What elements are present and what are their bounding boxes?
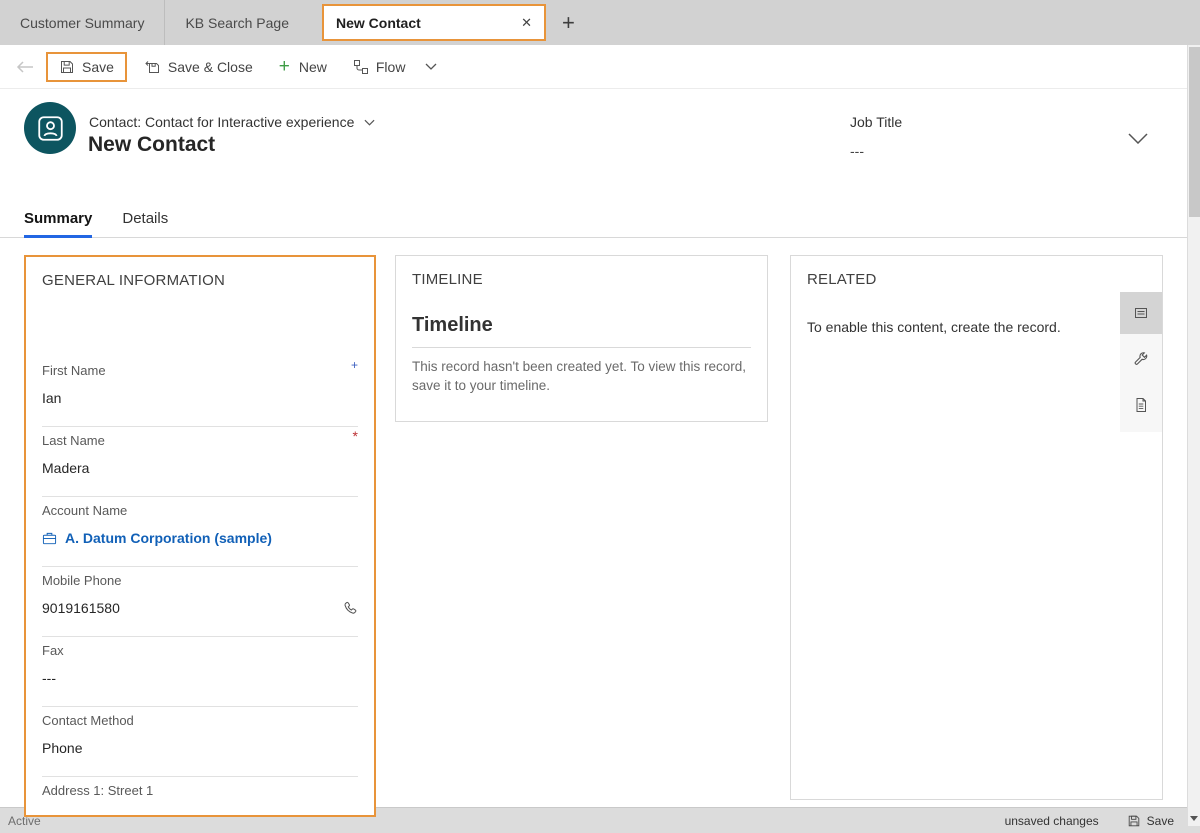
app-window: Customer Summary KB Search Page New Cont…	[0, 0, 1200, 833]
account-lookup-label: A. Datum Corporation (sample)	[65, 530, 272, 546]
account-icon	[42, 531, 57, 546]
recommended-marker: +	[350, 358, 358, 372]
tab-kb-search-page[interactable]: KB Search Page	[165, 0, 309, 45]
timeline-divider	[412, 347, 751, 348]
contact-icon	[37, 115, 64, 142]
contact-avatar	[24, 102, 76, 154]
section-general-information: GENERAL INFORMATION First Name + Ian Las…	[24, 255, 376, 817]
wrench-icon	[1133, 351, 1149, 367]
related-message: To enable this content, create the recor…	[807, 319, 1061, 335]
chevron-down-icon	[1128, 133, 1148, 144]
field-mobile-phone[interactable]: Mobile Phone 9019161580	[42, 567, 358, 637]
timeline-message: This record hasn't been created yet. To …	[412, 359, 746, 393]
scrollbar-thumb[interactable]	[1189, 47, 1200, 217]
field-label: First Name	[42, 363, 106, 378]
field-value[interactable]: Madera	[42, 460, 358, 476]
chevron-down-icon	[425, 63, 437, 70]
unsaved-changes-text: unsaved changes	[1004, 813, 1099, 828]
app-tab-bar: Customer Summary KB Search Page New Cont…	[0, 0, 1200, 45]
related-tab-form[interactable]	[1120, 384, 1162, 426]
save-button[interactable]: Save	[59, 59, 114, 75]
document-icon	[1133, 397, 1149, 413]
field-label: Last Name	[42, 433, 105, 448]
posts-card-icon	[1133, 305, 1149, 321]
flow-button[interactable]: Flow	[353, 58, 406, 75]
triangle-down-icon	[1190, 816, 1198, 821]
field-fax[interactable]: Fax ---	[42, 637, 358, 707]
field-account-name[interactable]: Account Name A. Datum Corporation (sampl…	[42, 497, 358, 567]
tab-new-contact[interactable]: New Contact ✕	[321, 4, 546, 41]
tab-label: New Contact	[335, 14, 421, 31]
save-floppy-icon	[59, 59, 75, 75]
scroll-down-button[interactable]	[1188, 811, 1200, 826]
job-title-label: Job Title	[850, 114, 903, 130]
save-button-label: Save	[82, 58, 114, 75]
field-value[interactable]: Ian	[42, 390, 358, 406]
footer-right: unsaved changes Save	[1005, 814, 1200, 828]
back-arrow-icon	[16, 60, 34, 73]
page-title: New Contact	[88, 133, 216, 156]
form-tab-bar: Summary Details	[0, 201, 1188, 238]
command-bar: Save Save & Close + New Flow	[0, 45, 1200, 89]
field-label: Account Name	[42, 503, 128, 518]
tab-details[interactable]: Details	[122, 201, 168, 238]
section-related: RELATED To enable this content, create t…	[790, 255, 1163, 800]
section-title: RELATED	[807, 271, 877, 288]
section-title: GENERAL INFORMATION	[42, 272, 225, 289]
tab-label: Customer Summary	[20, 14, 145, 31]
required-marker: *	[352, 428, 358, 444]
field-value[interactable]: 9019161580	[42, 600, 120, 616]
section-timeline: TIMELINE Timeline This record hasn't bee…	[395, 255, 768, 422]
form-selector[interactable]: Contact: Contact for Interactive experie…	[89, 114, 375, 130]
close-tab-icon[interactable]: ✕	[521, 15, 532, 31]
chevron-down-icon	[364, 119, 375, 126]
phone-call-icon[interactable]	[343, 601, 358, 616]
field-label: Address 1: Street 1	[42, 783, 154, 798]
footer-save-button[interactable]: Save	[1127, 814, 1174, 828]
plus-icon: +	[278, 56, 290, 77]
tab-summary[interactable]: Summary	[24, 201, 93, 238]
field-address1-street1[interactable]: Address 1: Street 1	[42, 777, 358, 815]
vertical-scrollbar[interactable]	[1187, 45, 1200, 826]
record-header: Contact: Contact for Interactive experie…	[0, 89, 1200, 181]
flow-icon	[353, 59, 369, 75]
timeline-heading: Timeline	[412, 314, 493, 336]
field-label: Contact Method	[42, 713, 134, 728]
account-lookup-link[interactable]: A. Datum Corporation (sample)	[42, 530, 272, 546]
save-and-close-button[interactable]: Save & Close	[145, 59, 253, 75]
save-and-close-label: Save & Close	[167, 58, 253, 75]
related-tab-posts[interactable]	[1120, 292, 1162, 334]
field-contact-method[interactable]: Contact Method Phone	[42, 707, 358, 777]
new-button-label: New	[298, 58, 327, 75]
field-list: First Name + Ian Last Name * Madera Acco…	[26, 357, 374, 815]
back-button[interactable]	[16, 60, 34, 73]
header-collapse-button[interactable]	[1128, 133, 1148, 144]
job-title-field[interactable]: ---	[850, 143, 864, 159]
section-title: TIMELINE	[412, 271, 483, 288]
footer-save-label: Save	[1146, 813, 1174, 828]
save-and-close-icon	[145, 59, 161, 75]
flow-button-label: Flow	[375, 58, 406, 75]
field-first-name[interactable]: First Name + Ian	[42, 357, 358, 427]
save-floppy-icon	[1127, 814, 1141, 828]
related-tab-tools[interactable]	[1120, 338, 1162, 380]
new-button[interactable]: + New	[279, 57, 327, 76]
field-label: Fax	[42, 643, 64, 658]
field-label: Mobile Phone	[42, 573, 122, 588]
field-last-name[interactable]: Last Name * Madera	[42, 427, 358, 497]
field-value[interactable]: Phone	[42, 740, 358, 756]
more-commands-button[interactable]	[425, 63, 437, 70]
related-tab-strip	[1120, 292, 1162, 432]
field-value[interactable]: ---	[42, 670, 358, 686]
save-button-highlight: Save	[46, 51, 127, 82]
tab-label: KB Search Page	[185, 14, 289, 31]
tab-customer-summary[interactable]: Customer Summary	[0, 0, 164, 45]
form-selector-label: Contact: Contact for Interactive experie…	[89, 114, 355, 130]
new-tab-button[interactable]: +	[562, 11, 575, 34]
